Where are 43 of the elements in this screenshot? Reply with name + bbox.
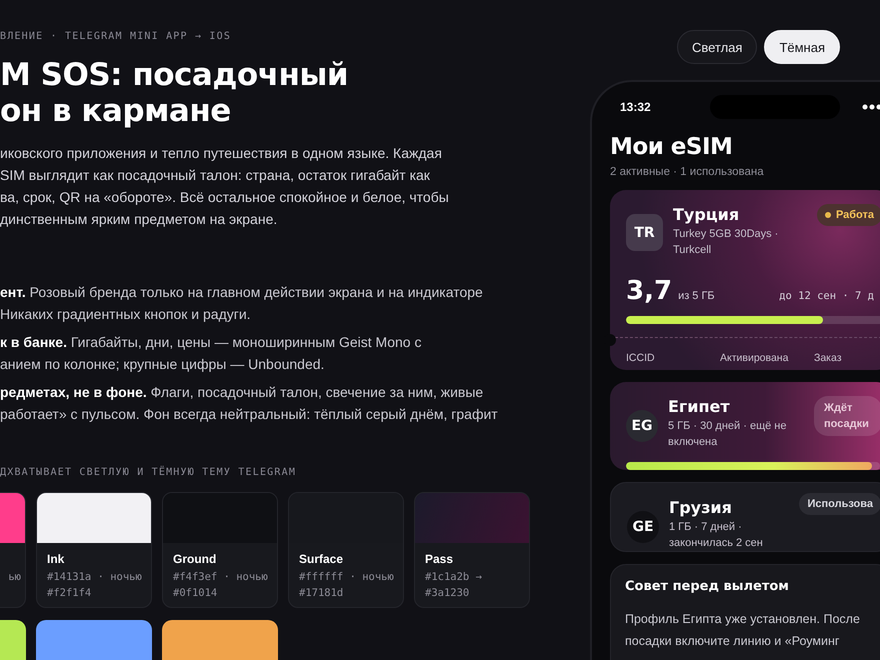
theme-tab[interactable]: Тёмная — [764, 30, 840, 64]
data-remaining: 3,7 — [626, 276, 672, 306]
swatch-values: #1c1a2b → #3a1230 — [425, 570, 483, 601]
country-name: Турция — [673, 204, 740, 226]
status-pill: Ждёт посадки — [814, 396, 880, 436]
swatch-values: #f4f3ef · ночью #0f1014 — [173, 570, 267, 601]
plan-text: Turkey 5GB 30Days · Turkcell — [673, 227, 780, 258]
signal-dots-icon — [862, 104, 880, 110]
expiry-date: до 12 сен · 7 д — [779, 290, 874, 302]
country-code-badge: GE — [627, 511, 659, 543]
tip-title: Совет перед вылетом — [625, 579, 790, 594]
country-code-badge: TR — [626, 214, 663, 251]
plan-text: 1 ГБ · 7 дней · закончилась 2 сен — [669, 520, 764, 551]
plan-text: 5 ГБ · 30 дней · ещё не включена — [668, 419, 788, 450]
swatch-values: ью — [7, 570, 21, 585]
field-label: Активирована — [720, 352, 790, 364]
theme-tab[interactable]: Светлая — [676, 30, 758, 64]
eyebrow-text: ВЛЕНИЕ · TELEGRAM MINI APP → IOS — [0, 30, 232, 44]
data-total: из 5 ГБ — [678, 290, 715, 302]
swatch-name: Ink — [47, 551, 66, 567]
screen-title: Мои eSIM — [610, 133, 734, 162]
status-text: Работа — [836, 209, 874, 221]
intro-paragraph: иковского приложения и тепло путешествия в одном языке. Каждая SIM выглядит как посадочный талон: страна, остаток гигабайт как ва, срок, QR на «обороте». Всё остальное спокойное и белое, чтобы динственным ярким предметом на экране. — [0, 144, 450, 229]
swatch-values: #ffffff · ночью #17181d — [299, 570, 393, 601]
principle-paragraph: ент. Розовый бренда только на главном действии экрана и на индикаторе Никаких градиентных кнопок и радуги. — [0, 283, 484, 324]
country-name: Египет — [668, 396, 731, 418]
status-dot-icon — [824, 212, 831, 218]
swatch-values: #14131a · ночью #f2f1f4 — [47, 570, 141, 601]
field-label: Заказ — [814, 352, 842, 364]
page-title: M SOS: посадочный он в кармане — [0, 57, 350, 129]
swatch-name: Pass — [425, 551, 454, 567]
country-code-badge: EG — [626, 410, 658, 442]
swatch-name: Surface — [299, 551, 344, 567]
field-label: ICCID — [626, 352, 656, 364]
status-time: 13:32 — [620, 100, 652, 114]
screen-subtitle: 2 активные · 1 использована — [610, 166, 765, 178]
tip-text: Профиль Египта уже установлен. После посадки включите линию и «Роуминг — [625, 611, 861, 650]
principle-paragraph: редметах, не в фоне. Флаги, посадочный талон, свечение за ним, живые работает» с пульсом. Фон всегда нейтральный: тёплый серый днём, графит — [0, 383, 499, 424]
principle-paragraph: к в банке. Гигабайты, дни, цены — моноширинным Geist Mono с анием по колонке; крупные цифры — Unbounded. — [0, 333, 422, 374]
status-pill: Использова — [799, 493, 880, 515]
swatch-name: Ground — [173, 551, 218, 567]
country-name: Грузия — [669, 497, 733, 519]
section-caption: ДХВАТЫВАЕТ СВЕТЛУЮ И ТЁМНУЮ ТЕМУ TELEGRAM — [0, 466, 298, 480]
